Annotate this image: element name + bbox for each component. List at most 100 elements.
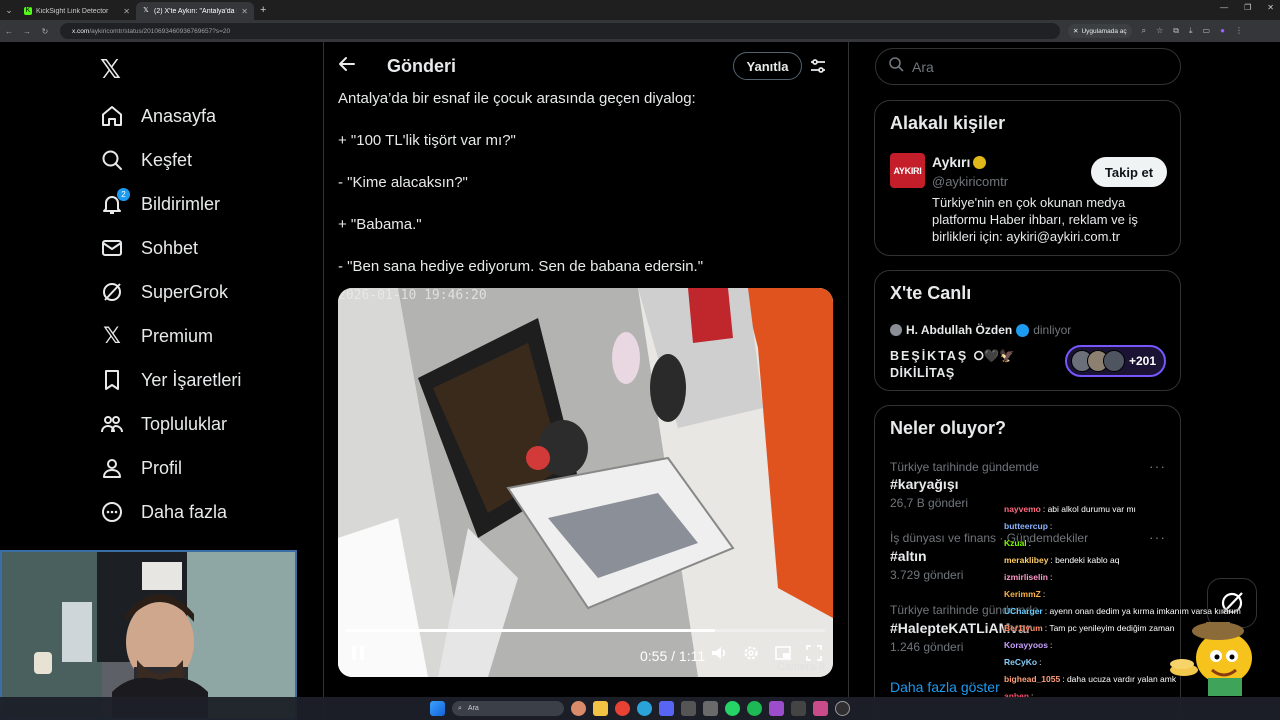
- whatsapp-icon[interactable]: [725, 701, 740, 716]
- chat-message: UCharger: ayenn onan dedim ya kırma imka…: [1004, 602, 1280, 619]
- live-spaces-card: X'te Canlı H. Abdullah Özden dinliyor BE…: [874, 270, 1181, 391]
- nav-item-supergrok[interactable]: SuperGrok: [100, 274, 228, 310]
- show-more-link[interactable]: Daha fazla göster: [890, 679, 1000, 695]
- picture-in-picture-icon[interactable]: [774, 644, 792, 667]
- space-listeners-pill[interactable]: +201: [1065, 345, 1166, 377]
- account-name[interactable]: Aykırı: [932, 154, 987, 170]
- chat-message: izmirliselin:: [1004, 568, 1280, 585]
- mail-icon: [100, 236, 124, 260]
- follow-button[interactable]: Takip et: [1091, 157, 1167, 187]
- files-icon[interactable]: [593, 701, 608, 716]
- download-icon[interactable]: ⤓: [1189, 26, 1193, 36]
- chrome-icon[interactable]: [615, 701, 630, 716]
- nav-item-communities[interactable]: Topluluklar: [100, 406, 227, 442]
- nav-item-notifications[interactable]: 2 Bildirimler: [100, 186, 220, 222]
- close-window-icon[interactable]: ✕: [1267, 3, 1274, 12]
- reply-button[interactable]: Yanıtla: [733, 52, 802, 80]
- video-total-time: 1:11: [678, 648, 706, 664]
- back-arrow-icon[interactable]: [338, 55, 358, 77]
- filter-settings-icon[interactable]: [809, 57, 827, 75]
- obs-icon[interactable]: [835, 701, 850, 716]
- new-tab-icon[interactable]: +: [260, 4, 266, 16]
- extensions-icon[interactable]: ⧉: [1173, 26, 1179, 36]
- url-path: /aykiricomtr/status/2010693460936769657?…: [89, 27, 231, 35]
- nav-label: Topluluklar: [141, 413, 228, 434]
- taskbar-search[interactable]: ⌕ Ara: [452, 701, 564, 716]
- pause-icon[interactable]: [350, 644, 366, 667]
- nav-item-bookmarks[interactable]: Yer İşaretleri: [100, 362, 241, 398]
- nav-label: Premium: [141, 325, 214, 346]
- search-input[interactable]: [912, 58, 1152, 75]
- tweet-text-line: - "Kime alacaksın?": [338, 174, 468, 191]
- forward-nav-icon[interactable]: →: [18, 27, 36, 36]
- listener-avatar: [1103, 350, 1125, 372]
- close-tab-icon[interactable]: ✕: [123, 7, 130, 16]
- x-logo-icon[interactable]: 𝕏: [100, 56, 126, 82]
- restore-icon[interactable]: ❐: [1244, 3, 1251, 12]
- windows-start-icon[interactable]: [430, 701, 445, 716]
- browser-tab[interactable]: K KickSight Link Detector ✕: [18, 2, 136, 20]
- sidebar-icon[interactable]: ▭: [1203, 26, 1211, 36]
- edge-icon[interactable]: [637, 701, 652, 716]
- back-nav-icon[interactable]: ←: [0, 27, 18, 36]
- trend-count: 3.729 gönderi: [890, 568, 964, 582]
- nav-item-more[interactable]: Daha fazla: [100, 494, 227, 530]
- close-tab-icon[interactable]: ✕: [241, 7, 248, 16]
- chat-username: Korayyoos: [1004, 639, 1048, 650]
- reload-icon[interactable]: ↻: [36, 27, 54, 36]
- video-time-separator: /: [671, 648, 679, 664]
- chat-text: : Tam pc yenileyim dediğim zaman: [1044, 622, 1175, 633]
- star-icon[interactable]: ☆: [1156, 26, 1163, 36]
- x-small-icon: ✕: [1073, 28, 1079, 35]
- discord-icon[interactable]: [659, 701, 674, 716]
- avatar[interactable]: AYKIRI: [890, 153, 925, 188]
- app-icon[interactable]: [813, 701, 828, 716]
- app-icon[interactable]: [791, 701, 806, 716]
- space-title[interactable]: BEŞİKTAŞ ⭘🖤🦅 DİKİLİTAŞ: [890, 348, 1015, 382]
- open-in-app-button[interactable]: ✕ Uygulamada aç: [1068, 24, 1132, 38]
- volume-icon[interactable]: [710, 644, 728, 667]
- chat-text: :: [1028, 537, 1032, 548]
- trend-meta: Türkiye tarihinde gündemde: [890, 460, 1039, 474]
- address-bar[interactable]: x.com/aykiricomtr/status/201069346093676…: [60, 23, 1060, 39]
- more-options-icon[interactable]: ···: [1149, 458, 1166, 474]
- browser-tab-active[interactable]: 𝕏 (2) X'te Aykırı: "Antalya'da bir ✕: [136, 2, 254, 20]
- nav-item-explore[interactable]: Keşfet: [100, 142, 192, 178]
- trend-name[interactable]: #karyağışı: [890, 476, 959, 492]
- app-icon[interactable]: [769, 701, 784, 716]
- zoom-icon[interactable]: ⌕: [1142, 26, 1146, 36]
- settings-gear-icon[interactable]: [742, 644, 760, 667]
- widgets-icon[interactable]: [571, 701, 586, 716]
- nav-label: Profil: [141, 457, 183, 478]
- video-progress-bar[interactable]: [346, 629, 825, 632]
- trend-name[interactable]: #altın: [890, 548, 927, 564]
- app-icon[interactable]: [681, 701, 696, 716]
- emote-sticker: [1168, 618, 1260, 696]
- tab-title: KickSight Link Detector: [36, 7, 109, 15]
- emoji-decoration-icon: ⭘🖤🦅: [973, 349, 1015, 363]
- chat-username: butteercup: [1004, 520, 1048, 531]
- search-box[interactable]: [875, 48, 1181, 85]
- chat-username: izmirliselin: [1004, 571, 1048, 582]
- verified-badge-icon: [1016, 323, 1030, 337]
- emoji-sticker-icon: [1170, 622, 1252, 696]
- bell-icon: 2: [100, 188, 130, 216]
- nav-item-profile[interactable]: Profil: [100, 450, 182, 486]
- nav-label: Anasayfa: [141, 105, 217, 126]
- profile-avatar-icon[interactable]: ●: [1220, 26, 1225, 36]
- fullscreen-icon[interactable]: [805, 644, 823, 667]
- chat-username: nayvemo: [1004, 503, 1041, 514]
- video-player[interactable]: 2026-01-10 19:46:20 Camera 8 0:55 / 1:11: [338, 288, 833, 677]
- spotify-icon[interactable]: [747, 701, 762, 716]
- app-icon[interactable]: [703, 701, 718, 716]
- nav-item-premium[interactable]: 𝕏 Premium: [100, 318, 213, 354]
- trend-count: 26,7 B gönderi: [890, 496, 969, 510]
- communities-icon: [100, 412, 124, 436]
- nav-item-chat[interactable]: Sohbet: [100, 230, 198, 266]
- menu-icon[interactable]: ⋮: [1235, 26, 1243, 36]
- nav-item-home[interactable]: Anasayfa: [100, 98, 216, 134]
- tab-search-icon[interactable]: ⌄: [0, 0, 18, 20]
- host-name: H. Abdullah Özden: [906, 323, 1013, 337]
- minimize-icon[interactable]: —: [1220, 3, 1228, 12]
- live-host-row[interactable]: H. Abdullah Özden dinliyor: [890, 323, 1071, 337]
